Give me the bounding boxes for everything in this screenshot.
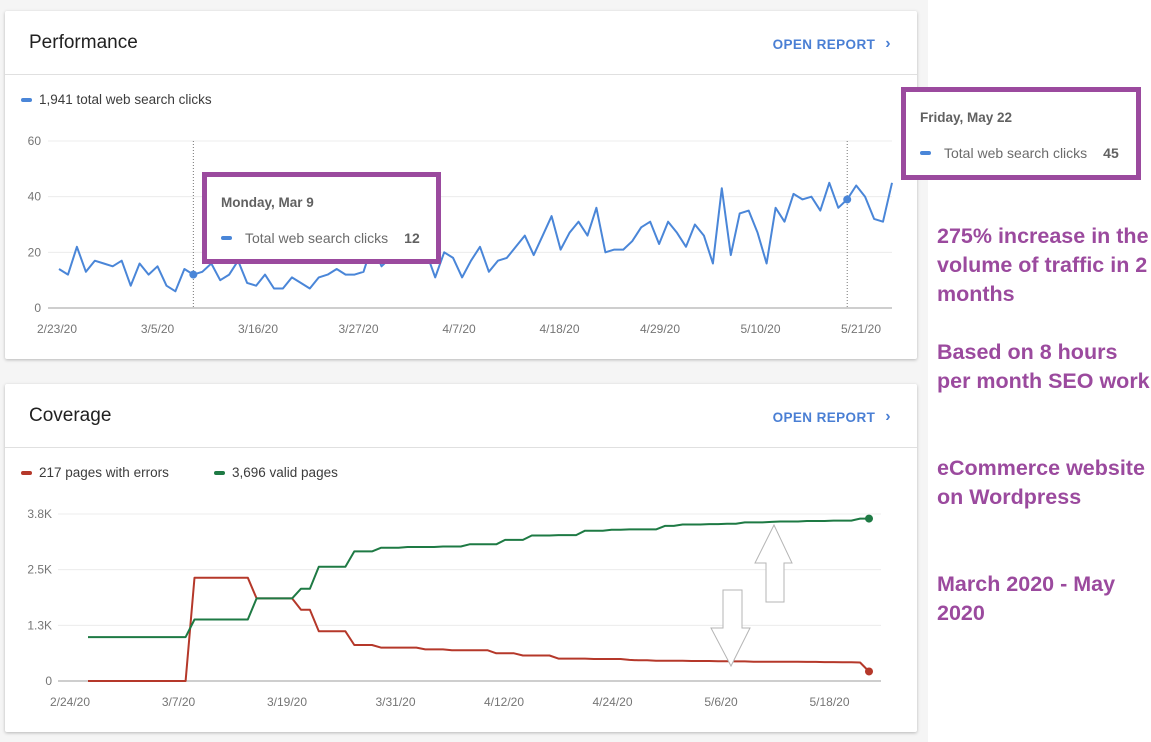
- annotation-period: March 2020 - May 2020: [937, 572, 1116, 625]
- x-tick-label: 3/31/20: [375, 695, 415, 709]
- x-tick-label: 4/24/20: [592, 695, 632, 709]
- tooltip-mar-9: Monday, Mar 9 Total web search clicks 12: [202, 172, 441, 264]
- arrow-down-icon: [710, 589, 751, 668]
- y-tick-label: 0: [34, 301, 41, 315]
- x-tick-label: 3/16/20: [238, 322, 278, 336]
- tooltip-value: 45: [1103, 145, 1119, 161]
- clicks-swatch-icon: [221, 236, 232, 240]
- x-tick-label: 5/18/20: [809, 695, 849, 709]
- y-tick-label: 60: [28, 134, 42, 148]
- tooltip-value: 12: [404, 230, 420, 246]
- y-tick-label: 2.5K: [27, 563, 52, 577]
- x-tick-label: 4/7/20: [442, 322, 476, 336]
- series-end-point: [865, 667, 873, 676]
- x-tick-label: 5/10/20: [740, 322, 780, 336]
- tooltip-date: Friday, May 22: [920, 110, 1013, 125]
- tooltip-row: Total web search clicks 45: [920, 145, 1119, 161]
- x-tick-label: 5/6/20: [704, 695, 738, 709]
- x-tick-label: 2/24/20: [50, 695, 90, 709]
- x-tick-label: 3/27/20: [338, 322, 378, 336]
- x-tick-label: 3/19/20: [267, 695, 307, 709]
- highlighted-point: [189, 270, 198, 279]
- series-end-point: [865, 514, 873, 523]
- x-tick-label: 4/29/20: [640, 322, 680, 336]
- performance-chart: 0 20 40 60 2/23/20 3/5/20 3/16/20 3/27/20 4/7/20…: [28, 134, 893, 336]
- x-tick-label: 4/12/20: [484, 695, 524, 709]
- annotation-platform: eCommerce website on Wordpress: [937, 456, 1145, 509]
- arrow-up-icon: [754, 523, 793, 603]
- annotation-traffic-increase: 275% increase in the volume of traffic i…: [937, 224, 1149, 306]
- tooltip-may-22: Friday, May 22 Total web search clicks 4…: [901, 87, 1141, 180]
- x-tick-label: 3/5/20: [141, 322, 175, 336]
- y-tick-label: 0: [45, 674, 52, 688]
- y-tick-label: 40: [28, 190, 42, 204]
- annotation-arrows: [710, 523, 793, 668]
- x-tick-label: 3/7/20: [162, 695, 196, 709]
- y-tick-label: 1.3K: [27, 618, 52, 632]
- series-line-0: [88, 576, 870, 682]
- x-tick-label: 5/21/20: [841, 322, 881, 336]
- tooltip-label: Total web search clicks: [245, 230, 389, 246]
- x-tick-label: 4/18/20: [539, 322, 579, 336]
- tooltip-row: Total web search clicks 12: [221, 230, 420, 246]
- coverage-chart: 0 1.3K 2.5K 3.8K 2/24/20 3/7/20 3/19/20 3/31/20…: [27, 507, 881, 709]
- y-tick-label: 20: [28, 245, 42, 259]
- x-tick-label: 2/23/20: [37, 322, 77, 336]
- tooltip-date: Monday, Mar 9: [221, 195, 314, 210]
- clicks-swatch-icon: [920, 151, 931, 155]
- series-line-0: [58, 181, 893, 293]
- y-tick-label: 3.8K: [27, 507, 52, 521]
- highlighted-point: [843, 195, 852, 204]
- tooltip-label: Total web search clicks: [944, 145, 1088, 161]
- annotation-hours: Based on 8 hours per month SEO work: [937, 340, 1150, 393]
